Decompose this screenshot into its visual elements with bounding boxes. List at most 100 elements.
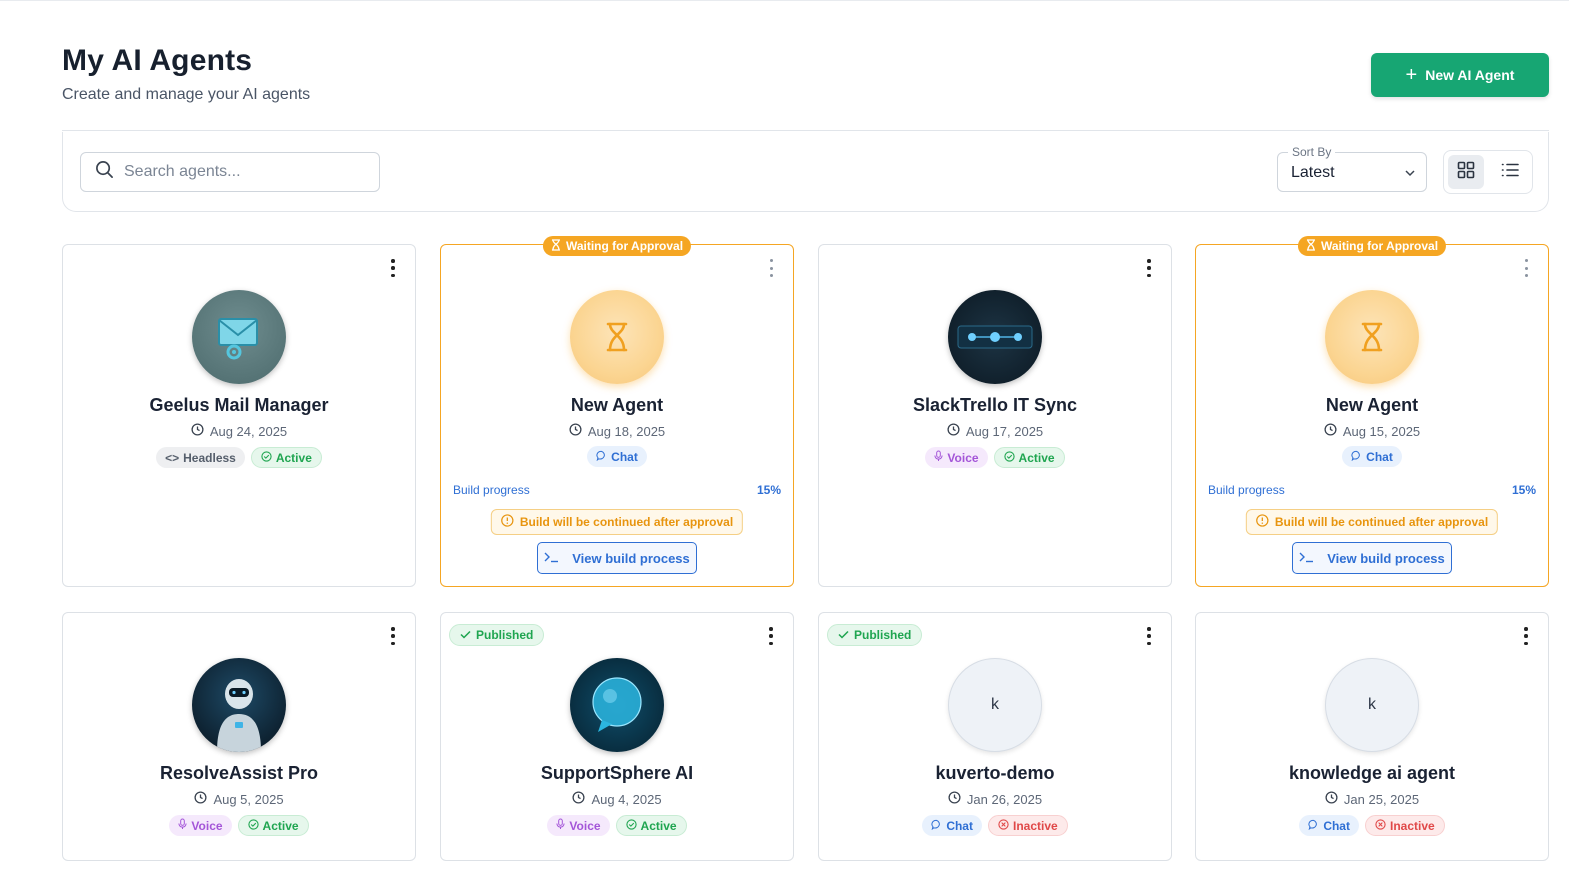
build-progress: Build progress 15%: [1208, 483, 1536, 497]
chat-bubble-icon: [596, 450, 607, 464]
waiting-approval-badge: Waiting for Approval: [542, 236, 692, 256]
view-toggle: [1443, 150, 1533, 194]
agent-badges: <> Headless Active: [63, 447, 415, 468]
terminal-icon: [544, 551, 560, 566]
agent-badges: Chat Inactive: [819, 815, 1171, 836]
agent-card[interactable]: Published k kuverto-demo Jan 26, 2025 Ch…: [818, 612, 1172, 861]
clock-icon: [1324, 423, 1337, 439]
agent-date: Aug 4, 2025: [441, 791, 793, 807]
hourglass-icon: [1306, 238, 1316, 254]
new-ai-agent-button[interactable]: + New AI Agent: [1371, 53, 1549, 97]
agent-badges: Chat: [441, 446, 793, 467]
agent-date: Jan 25, 2025: [1196, 791, 1548, 807]
headless-badge: <> Headless: [156, 447, 245, 468]
x-circle-icon: [1375, 818, 1386, 833]
more-options-icon[interactable]: [389, 259, 397, 277]
agent-badges: Voice Active: [441, 815, 793, 836]
chat-bubble-icon: [931, 819, 942, 833]
chat-badge: Chat: [922, 815, 982, 836]
agent-badges: Chat Inactive: [1196, 815, 1548, 836]
list-icon: [1501, 162, 1519, 183]
more-options-icon[interactable]: [1522, 259, 1530, 277]
check-circle-icon: [1003, 450, 1015, 465]
agent-date: Aug 15, 2025: [1196, 423, 1548, 439]
agent-card[interactable]: Published SupportSphere AI Aug 4, 2025 V…: [440, 612, 794, 861]
toolbar: Sort By Latest: [62, 132, 1549, 212]
voice-badge: Voice: [547, 815, 610, 836]
x-circle-icon: [998, 818, 1009, 833]
code-icon: <>: [165, 450, 180, 465]
plus-icon: +: [1405, 64, 1418, 86]
clock-icon: [1325, 791, 1338, 807]
voice-badge: Voice: [925, 447, 988, 468]
agent-date: Aug 5, 2025: [63, 791, 415, 807]
agent-card[interactable]: SlackTrello IT Sync Aug 17, 2025 Voice A…: [818, 244, 1172, 587]
agent-card[interactable]: k knowledge ai agent Jan 25, 2025 Chat I…: [1195, 612, 1549, 861]
more-options-icon[interactable]: [1522, 627, 1530, 645]
agent-name: kuverto-demo: [935, 763, 1055, 783]
waiting-approval-badge: Waiting for Approval: [1297, 236, 1447, 256]
agent-badges: Chat: [1196, 446, 1548, 467]
microphone-icon: [178, 818, 188, 833]
avatar: k: [1325, 658, 1419, 752]
sort-value: Latest: [1291, 164, 1335, 181]
agent-date: Jan 26, 2025: [819, 791, 1171, 807]
clock-icon: [191, 423, 204, 439]
clock-icon: [947, 423, 960, 439]
hourglass-icon: [551, 238, 561, 254]
status-badge: Active: [250, 447, 322, 468]
build-progress: Build progress 15%: [453, 483, 781, 497]
chat-badge: Chat: [1299, 815, 1359, 836]
search-input[interactable]: [124, 163, 364, 181]
mail-gear-icon: [192, 290, 286, 384]
hourglass-icon: [570, 290, 664, 384]
microphone-icon: [556, 818, 566, 833]
alert-circle-icon: [1256, 514, 1269, 530]
grid-view-button[interactable]: [1448, 155, 1484, 189]
clock-icon: [948, 791, 961, 807]
agent-name: Geelus Mail Manager: [149, 395, 329, 415]
view-build-process-button[interactable]: View build process: [1292, 542, 1452, 574]
agent-date: Aug 17, 2025: [819, 423, 1171, 439]
agent-card[interactable]: Geelus Mail Manager Aug 24, 2025 <> Headl…: [62, 244, 416, 587]
more-options-icon[interactable]: [389, 627, 397, 645]
microphone-icon: [934, 450, 944, 465]
new-ai-agent-label: New AI Agent: [1425, 67, 1515, 83]
grid-icon: [1457, 161, 1475, 184]
more-options-icon[interactable]: [1145, 259, 1153, 277]
sort-select[interactable]: Sort By Latest: [1277, 145, 1427, 192]
more-options-icon[interactable]: [767, 627, 775, 645]
agent-name: knowledge ai agent: [1288, 763, 1456, 783]
agent-card[interactable]: Waiting for Approval New Agent Aug 18, 2…: [440, 236, 794, 587]
sort-label: Sort By: [1288, 145, 1336, 159]
agent-card[interactable]: Waiting for Approval New Agent Aug 15, 2…: [1195, 236, 1549, 587]
agent-card[interactable]: ResolveAssist Pro Aug 5, 2025 Voice Acti…: [62, 612, 416, 861]
sync-nodes-icon: [948, 290, 1042, 384]
agent-name: SupportSphere AI: [540, 763, 694, 783]
page-title: My AI Agents: [62, 44, 253, 77]
published-badge: Published: [449, 624, 545, 646]
chat-sphere-icon: [570, 658, 664, 752]
avatar: k: [948, 658, 1042, 752]
clock-icon: [572, 791, 585, 807]
agent-name: New Agent: [1325, 395, 1419, 415]
check-circle-icon: [247, 818, 259, 833]
approval-note: Build will be continued after approval: [1245, 509, 1499, 535]
search-icon: [95, 160, 114, 184]
page-subtitle: Create and manage your AI agents: [62, 86, 311, 103]
more-options-icon[interactable]: [1145, 627, 1153, 645]
list-view-button[interactable]: [1492, 155, 1528, 189]
status-badge: Active: [237, 815, 309, 836]
status-badge: Active: [615, 815, 687, 836]
check-icon: [460, 628, 471, 642]
check-icon: [838, 628, 849, 642]
alert-circle-icon: [501, 514, 514, 530]
more-options-icon[interactable]: [767, 259, 775, 277]
agent-name: SlackTrello IT Sync: [912, 395, 1078, 415]
agent-name: New Agent: [570, 395, 664, 415]
chat-badge: Chat: [587, 446, 647, 467]
top-divider: [0, 0, 1569, 1]
agent-date: Aug 24, 2025: [63, 423, 415, 439]
view-build-process-button[interactable]: View build process: [537, 542, 697, 574]
status-badge: Inactive: [1364, 815, 1445, 836]
